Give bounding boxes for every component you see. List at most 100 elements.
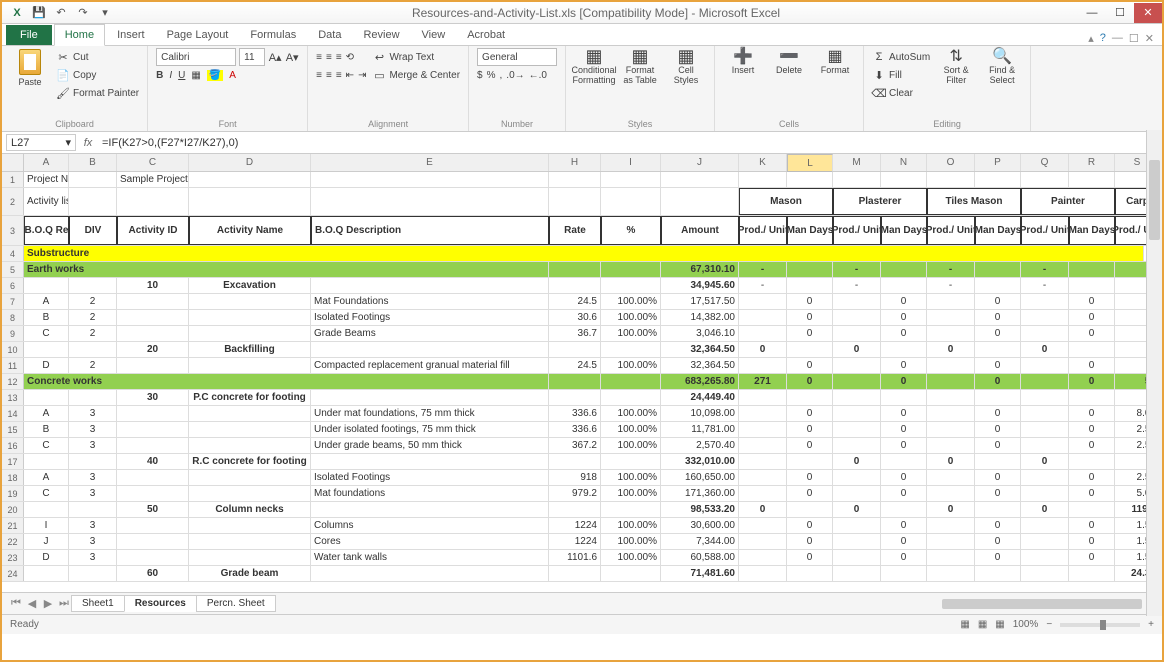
cell[interactable]: Tiles Mason bbox=[927, 188, 1021, 215]
row-header[interactable]: 6 bbox=[2, 278, 24, 293]
cell[interactable] bbox=[833, 438, 881, 453]
cell[interactable] bbox=[833, 422, 881, 437]
cell[interactable]: 0 bbox=[881, 358, 927, 373]
tab-view[interactable]: View bbox=[412, 25, 456, 45]
cell[interactable] bbox=[833, 566, 881, 581]
cell[interactable] bbox=[927, 172, 975, 187]
cell[interactable]: DIV bbox=[69, 216, 117, 245]
cell[interactable] bbox=[69, 278, 117, 293]
tab-page-layout[interactable]: Page Layout bbox=[157, 25, 239, 45]
row-header[interactable]: 20 bbox=[2, 502, 24, 517]
cell[interactable] bbox=[881, 502, 927, 517]
cell[interactable]: 0 bbox=[1069, 326, 1115, 341]
cell[interactable] bbox=[549, 390, 601, 405]
increase-font-icon[interactable]: A▴ bbox=[268, 50, 282, 64]
cell[interactable] bbox=[1021, 438, 1069, 453]
cell[interactable]: - bbox=[927, 262, 975, 277]
cell[interactable]: Sample Project bbox=[117, 172, 189, 187]
cell[interactable] bbox=[927, 390, 975, 405]
cell[interactable] bbox=[189, 310, 311, 325]
cell[interactable]: 1224 bbox=[549, 518, 601, 533]
cell[interactable] bbox=[927, 358, 975, 373]
cell[interactable] bbox=[739, 294, 787, 309]
sheet-tab[interactable]: Percn. Sheet bbox=[196, 595, 276, 612]
grid-row[interactable]: 4Substructure bbox=[2, 246, 1162, 262]
cell[interactable]: 100.00% bbox=[601, 422, 661, 437]
cell[interactable]: 336.6 bbox=[549, 422, 601, 437]
col-R[interactable]: R bbox=[1069, 154, 1115, 171]
cell[interactable] bbox=[1021, 518, 1069, 533]
cell[interactable] bbox=[117, 470, 189, 485]
sheet-nav-next-icon[interactable]: ▶ bbox=[40, 597, 56, 610]
cell[interactable] bbox=[881, 454, 927, 469]
cell[interactable] bbox=[881, 342, 927, 357]
cell[interactable] bbox=[189, 188, 311, 215]
cell[interactable]: Activity list R.00 bbox=[24, 188, 69, 215]
row-header[interactable]: 19 bbox=[2, 486, 24, 501]
fx-button[interactable]: fx bbox=[80, 137, 96, 149]
cell[interactable] bbox=[927, 470, 975, 485]
row-header[interactable]: 2 bbox=[2, 188, 24, 215]
align-mid-icon[interactable]: ≡ bbox=[326, 52, 332, 63]
cell[interactable]: C bbox=[24, 486, 69, 501]
cell[interactable]: 0 bbox=[1021, 342, 1069, 357]
cell[interactable]: - bbox=[1021, 278, 1069, 293]
cell[interactable]: 0 bbox=[1069, 358, 1115, 373]
cell[interactable] bbox=[24, 502, 69, 517]
cell[interactable] bbox=[1021, 470, 1069, 485]
cell[interactable] bbox=[739, 534, 787, 549]
border-button[interactable]: ▦ bbox=[191, 70, 200, 81]
cell[interactable]: Isolated Footings bbox=[311, 310, 549, 325]
cell[interactable] bbox=[975, 342, 1021, 357]
cell[interactable] bbox=[117, 310, 189, 325]
cell[interactable] bbox=[117, 422, 189, 437]
cell[interactable] bbox=[189, 172, 311, 187]
cell[interactable] bbox=[601, 374, 661, 389]
cell[interactable] bbox=[117, 534, 189, 549]
cell[interactable] bbox=[975, 262, 1021, 277]
cell[interactable]: 3 bbox=[69, 438, 117, 453]
cell[interactable] bbox=[189, 326, 311, 341]
cell[interactable]: 0 bbox=[927, 342, 975, 357]
window-restore-icon[interactable]: ☐ bbox=[1129, 32, 1139, 45]
col-D[interactable]: D bbox=[189, 154, 311, 171]
tab-formulas[interactable]: Formulas bbox=[240, 25, 306, 45]
cell[interactable] bbox=[117, 326, 189, 341]
cell[interactable]: 0 bbox=[1069, 406, 1115, 421]
format-cells-button[interactable]: ▦Format bbox=[815, 49, 855, 75]
row-header[interactable]: 8 bbox=[2, 310, 24, 325]
cell[interactable]: Prod./ Unit bbox=[927, 216, 975, 245]
cell[interactable] bbox=[601, 390, 661, 405]
cell[interactable]: 71,481.60 bbox=[661, 566, 739, 581]
cell[interactable]: 100.00% bbox=[601, 326, 661, 341]
dec-decimal-icon[interactable]: ←.0 bbox=[529, 70, 547, 81]
cell[interactable] bbox=[739, 326, 787, 341]
cell[interactable] bbox=[117, 294, 189, 309]
col-I[interactable]: I bbox=[601, 154, 661, 171]
cell[interactable] bbox=[189, 550, 311, 565]
cell[interactable]: 100.00% bbox=[601, 550, 661, 565]
cell[interactable]: Activity ID bbox=[117, 216, 189, 245]
align-right-icon[interactable]: ≡ bbox=[336, 70, 342, 81]
cell[interactable] bbox=[69, 390, 117, 405]
cell[interactable]: 30,600.00 bbox=[661, 518, 739, 533]
cell[interactable]: 0 bbox=[787, 374, 833, 389]
cell[interactable] bbox=[24, 454, 69, 469]
cell[interactable]: Amount bbox=[661, 216, 739, 245]
cell[interactable] bbox=[833, 534, 881, 549]
qat-dropdown-icon[interactable]: ▾ bbox=[96, 5, 114, 21]
cell[interactable] bbox=[661, 172, 739, 187]
cell[interactable]: 0 bbox=[881, 326, 927, 341]
cell[interactable] bbox=[833, 172, 881, 187]
grid-row[interactable]: 5Earth works67,310.10---- bbox=[2, 262, 1162, 278]
grid-row[interactable]: 2050Column necks98,533.200000119.1 bbox=[2, 502, 1162, 518]
cell[interactable]: 32,364.50 bbox=[661, 342, 739, 357]
view-normal-icon[interactable]: ▦ bbox=[960, 619, 969, 630]
cell[interactable]: 0 bbox=[881, 310, 927, 325]
currency-icon[interactable]: $ bbox=[477, 70, 483, 81]
col-J[interactable]: J bbox=[661, 154, 739, 171]
cell[interactable] bbox=[739, 390, 787, 405]
cell[interactable]: Prod./ Unit bbox=[739, 216, 787, 245]
cell[interactable] bbox=[1021, 374, 1069, 389]
cell[interactable] bbox=[189, 438, 311, 453]
